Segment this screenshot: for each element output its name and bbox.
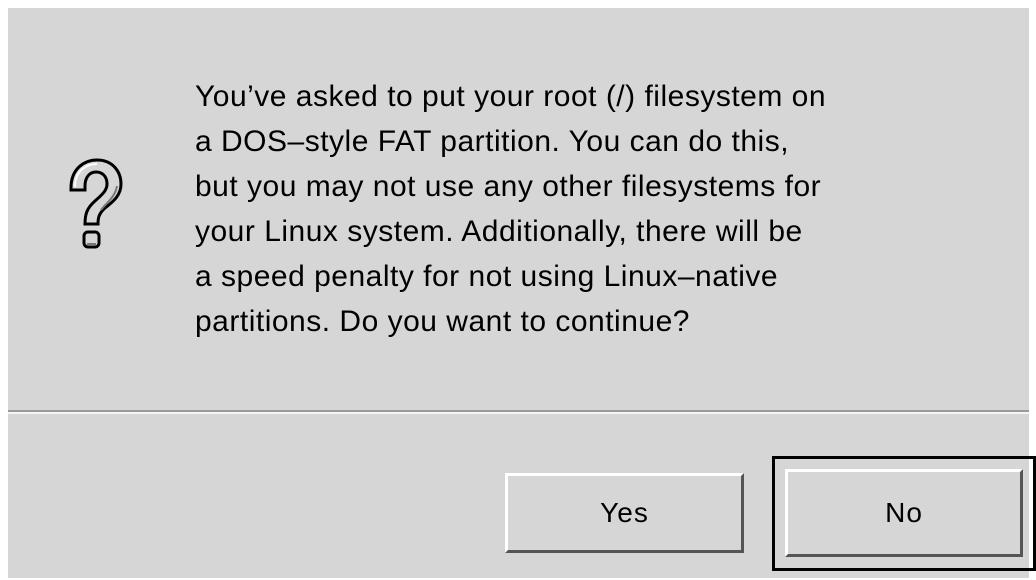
- message-line: a DOS–style FAT partition. You can do th…: [195, 125, 790, 158]
- message-line: a speed penalty for not using Linux–nati…: [195, 260, 779, 293]
- no-button[interactable]: No: [785, 469, 1023, 557]
- separator: [8, 410, 1029, 414]
- question-mark-icon: [63, 158, 123, 258]
- message-line: You’ve asked to put your root (/) filesy…: [195, 80, 827, 113]
- dialog-message: You’ve asked to put your root (/) filesy…: [195, 74, 1015, 344]
- confirm-dialog: You’ve asked to put your root (/) filesy…: [8, 8, 1036, 578]
- message-line: partitions. Do you want to continue?: [195, 305, 690, 338]
- message-line: your Linux system. Additionally, there w…: [195, 215, 803, 248]
- yes-button[interactable]: Yes: [505, 473, 744, 553]
- message-line: but you may not use any other filesystem…: [195, 170, 822, 203]
